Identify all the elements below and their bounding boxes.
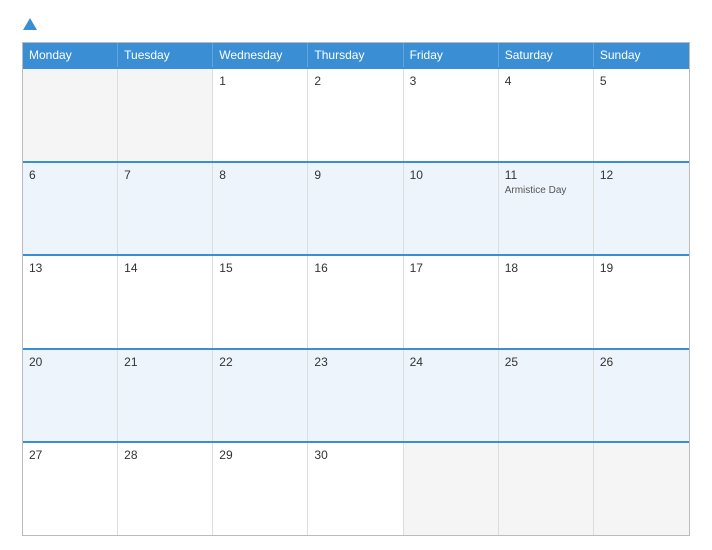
day-cell: 2	[308, 69, 403, 161]
day-number: 11	[505, 168, 587, 182]
header	[22, 18, 690, 32]
day-number: 13	[29, 261, 111, 275]
header-thursday: Thursday	[308, 43, 403, 67]
day-number: 15	[219, 261, 301, 275]
day-cell: 9	[308, 163, 403, 255]
holiday-label: Armistice Day	[505, 184, 587, 197]
day-number: 19	[600, 261, 683, 275]
week-row-5: 27 28 29 30	[23, 441, 689, 535]
day-number: 3	[410, 74, 492, 88]
day-cell: 25	[499, 350, 594, 442]
day-number: 27	[29, 448, 111, 462]
day-headers-row: Monday Tuesday Wednesday Thursday Friday…	[23, 43, 689, 67]
day-cell: 11 Armistice Day	[499, 163, 594, 255]
day-number: 21	[124, 355, 206, 369]
day-cell: 21	[118, 350, 213, 442]
day-cell: 13	[23, 256, 118, 348]
header-sunday: Sunday	[594, 43, 689, 67]
day-cell: 15	[213, 256, 308, 348]
day-number: 6	[29, 168, 111, 182]
day-cell: 12	[594, 163, 689, 255]
day-cell: 8	[213, 163, 308, 255]
day-cell: 1	[213, 69, 308, 161]
day-number: 2	[314, 74, 396, 88]
day-number: 18	[505, 261, 587, 275]
day-cell	[499, 443, 594, 535]
logo-triangle-icon	[23, 18, 37, 30]
weeks-container: 1234567891011Armistice Day12131415161718…	[23, 67, 689, 535]
day-number: 1	[219, 74, 301, 88]
calendar-page: Monday Tuesday Wednesday Thursday Friday…	[0, 0, 712, 550]
day-cell: 4	[499, 69, 594, 161]
day-number: 4	[505, 74, 587, 88]
day-number: 25	[505, 355, 587, 369]
day-cell	[23, 69, 118, 161]
day-cell: 18	[499, 256, 594, 348]
day-cell: 10	[404, 163, 499, 255]
day-number: 16	[314, 261, 396, 275]
day-cell: 7	[118, 163, 213, 255]
week-row-4: 20 21 22 23 24 25 26	[23, 348, 689, 442]
day-number: 8	[219, 168, 301, 182]
week-row-3: 13 14 15 16 17 18 19	[23, 254, 689, 348]
day-number: 7	[124, 168, 206, 182]
day-number: 23	[314, 355, 396, 369]
day-number: 10	[410, 168, 492, 182]
day-number: 9	[314, 168, 396, 182]
day-number: 30	[314, 448, 396, 462]
day-number: 5	[600, 74, 683, 88]
day-cell: 29	[213, 443, 308, 535]
day-cell: 22	[213, 350, 308, 442]
day-number: 17	[410, 261, 492, 275]
day-number: 28	[124, 448, 206, 462]
header-saturday: Saturday	[499, 43, 594, 67]
day-cell	[404, 443, 499, 535]
day-cell: 14	[118, 256, 213, 348]
day-number: 24	[410, 355, 492, 369]
day-cell	[594, 443, 689, 535]
day-cell: 3	[404, 69, 499, 161]
day-cell: 27	[23, 443, 118, 535]
day-cell: 23	[308, 350, 403, 442]
header-monday: Monday	[23, 43, 118, 67]
day-number: 14	[124, 261, 206, 275]
day-cell: 19	[594, 256, 689, 348]
day-number: 26	[600, 355, 683, 369]
header-wednesday: Wednesday	[213, 43, 308, 67]
day-cell: 5	[594, 69, 689, 161]
day-cell: 17	[404, 256, 499, 348]
header-tuesday: Tuesday	[118, 43, 213, 67]
day-cell	[118, 69, 213, 161]
week-row-1: 12345	[23, 67, 689, 161]
day-number: 22	[219, 355, 301, 369]
day-cell: 30	[308, 443, 403, 535]
day-cell: 28	[118, 443, 213, 535]
day-number: 12	[600, 168, 683, 182]
day-cell: 24	[404, 350, 499, 442]
day-number: 20	[29, 355, 111, 369]
week-row-2: 6789 10 11 Armistice Day 12	[23, 161, 689, 255]
day-cell: 20	[23, 350, 118, 442]
day-cell: 6	[23, 163, 118, 255]
logo	[22, 18, 37, 32]
calendar: Monday Tuesday Wednesday Thursday Friday…	[22, 42, 690, 536]
day-number: 29	[219, 448, 301, 462]
day-cell: 16	[308, 256, 403, 348]
header-friday: Friday	[404, 43, 499, 67]
day-cell: 26	[594, 350, 689, 442]
